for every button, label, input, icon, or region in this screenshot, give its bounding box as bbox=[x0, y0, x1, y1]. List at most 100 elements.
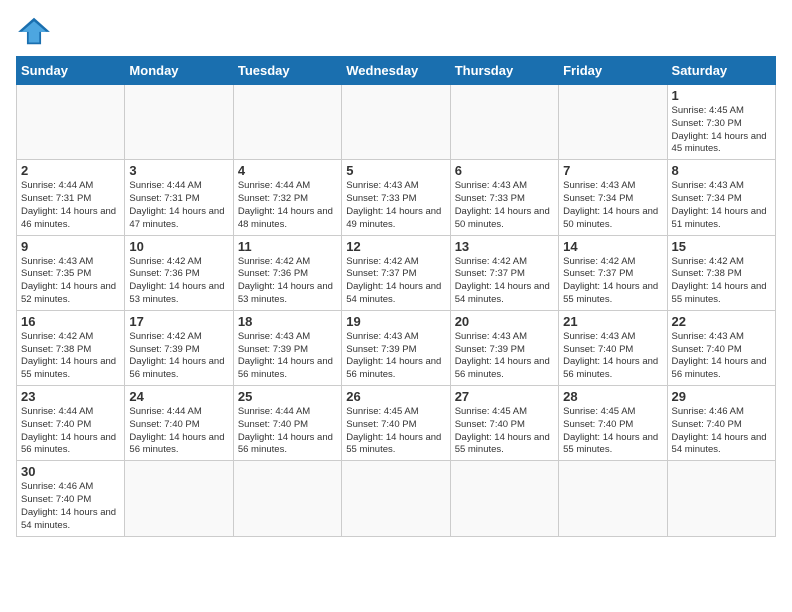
calendar-day-24: 24 Sunrise: 4:44 AM Sunset: 7:40 PM Dayli… bbox=[125, 386, 233, 461]
calendar-day-17: 17 Sunrise: 4:42 AM Sunset: 7:39 PM Dayli… bbox=[125, 310, 233, 385]
weekday-header-monday: Monday bbox=[125, 57, 233, 85]
day-info: Sunrise: 4:43 AM Sunset: 7:33 PM Dayligh… bbox=[346, 180, 445, 231]
day-number: 4 bbox=[238, 163, 337, 178]
calendar-empty-cell bbox=[559, 85, 667, 160]
header bbox=[16, 16, 776, 46]
logo bbox=[16, 16, 56, 46]
day-info: Sunrise: 4:46 AM Sunset: 7:40 PM Dayligh… bbox=[672, 406, 771, 457]
calendar-day-19: 19Sunrise: 4:43 AM Sunset: 7:39 PM Dayli… bbox=[342, 310, 450, 385]
calendar-day-4: 4 Sunrise: 4:44 AM Sunset: 7:32 PM Daylig… bbox=[233, 160, 341, 235]
day-number: 18 bbox=[238, 314, 337, 329]
day-number: 3 bbox=[129, 163, 228, 178]
day-info: Sunrise: 4:42 AM Sunset: 7:36 PM Dayligh… bbox=[129, 256, 228, 307]
calendar-day-29: 29 Sunrise: 4:46 AM Sunset: 7:40 PM Dayli… bbox=[667, 386, 775, 461]
calendar-day-2: 2Sunrise: 4:44 AM Sunset: 7:31 PM Daylig… bbox=[17, 160, 125, 235]
weekday-header-friday: Friday bbox=[559, 57, 667, 85]
calendar-day-10: 10 Sunrise: 4:42 AM Sunset: 7:36 PM Dayli… bbox=[125, 235, 233, 310]
weekday-header-sunday: Sunday bbox=[17, 57, 125, 85]
calendar-empty-cell bbox=[450, 85, 558, 160]
day-number: 29 bbox=[672, 389, 771, 404]
calendar-empty-cell bbox=[342, 85, 450, 160]
day-info: Sunrise: 4:43 AM Sunset: 7:39 PM Dayligh… bbox=[346, 331, 445, 382]
calendar-empty-cell bbox=[450, 461, 558, 536]
day-number: 1 bbox=[672, 88, 771, 103]
logo-icon bbox=[16, 16, 52, 46]
day-number: 30 bbox=[21, 464, 120, 479]
calendar-week-row: 16Sunrise: 4:42 AM Sunset: 7:38 PM Dayli… bbox=[17, 310, 776, 385]
day-number: 24 bbox=[129, 389, 228, 404]
day-info: Sunrise: 4:44 AM Sunset: 7:32 PM Dayligh… bbox=[238, 180, 337, 231]
day-info: Sunrise: 4:45 AM Sunset: 7:40 PM Dayligh… bbox=[455, 406, 554, 457]
day-info: Sunrise: 4:43 AM Sunset: 7:35 PM Dayligh… bbox=[21, 256, 120, 307]
calendar-day-11: 11 Sunrise: 4:42 AM Sunset: 7:36 PM Dayli… bbox=[233, 235, 341, 310]
day-info: Sunrise: 4:43 AM Sunset: 7:39 PM Dayligh… bbox=[455, 331, 554, 382]
calendar-table: SundayMondayTuesdayWednesdayThursdayFrid… bbox=[16, 56, 776, 537]
day-info: Sunrise: 4:44 AM Sunset: 7:31 PM Dayligh… bbox=[129, 180, 228, 231]
day-number: 20 bbox=[455, 314, 554, 329]
day-number: 7 bbox=[563, 163, 662, 178]
day-info: Sunrise: 4:45 AM Sunset: 7:40 PM Dayligh… bbox=[346, 406, 445, 457]
day-number: 16 bbox=[21, 314, 120, 329]
calendar-day-14: 14 Sunrise: 4:42 AM Sunset: 7:37 PM Dayli… bbox=[559, 235, 667, 310]
day-number: 10 bbox=[129, 239, 228, 254]
day-info: Sunrise: 4:43 AM Sunset: 7:34 PM Dayligh… bbox=[672, 180, 771, 231]
weekday-header-row: SundayMondayTuesdayWednesdayThursdayFrid… bbox=[17, 57, 776, 85]
day-number: 9 bbox=[21, 239, 120, 254]
calendar-day-22: 22Sunrise: 4:43 AM Sunset: 7:40 PM Dayli… bbox=[667, 310, 775, 385]
day-info: Sunrise: 4:44 AM Sunset: 7:40 PM Dayligh… bbox=[238, 406, 337, 457]
calendar-day-20: 20 Sunrise: 4:43 AM Sunset: 7:39 PM Dayli… bbox=[450, 310, 558, 385]
calendar-day-30: 30 Sunrise: 4:46 AM Sunset: 7:40 PM Dayli… bbox=[17, 461, 125, 536]
day-info: Sunrise: 4:45 AM Sunset: 7:40 PM Dayligh… bbox=[563, 406, 662, 457]
day-info: Sunrise: 4:42 AM Sunset: 7:37 PM Dayligh… bbox=[563, 256, 662, 307]
day-info: Sunrise: 4:42 AM Sunset: 7:38 PM Dayligh… bbox=[672, 256, 771, 307]
weekday-header-wednesday: Wednesday bbox=[342, 57, 450, 85]
calendar-empty-cell bbox=[342, 461, 450, 536]
day-info: Sunrise: 4:42 AM Sunset: 7:36 PM Dayligh… bbox=[238, 256, 337, 307]
day-info: Sunrise: 4:44 AM Sunset: 7:31 PM Dayligh… bbox=[21, 180, 120, 231]
calendar-day-28: 28 Sunrise: 4:45 AM Sunset: 7:40 PM Dayli… bbox=[559, 386, 667, 461]
calendar-empty-cell bbox=[233, 85, 341, 160]
day-number: 26 bbox=[346, 389, 445, 404]
day-number: 28 bbox=[563, 389, 662, 404]
day-info: Sunrise: 4:43 AM Sunset: 7:39 PM Dayligh… bbox=[238, 331, 337, 382]
day-info: Sunrise: 4:44 AM Sunset: 7:40 PM Dayligh… bbox=[21, 406, 120, 457]
day-number: 22 bbox=[672, 314, 771, 329]
day-number: 6 bbox=[455, 163, 554, 178]
calendar-day-15: 15 Sunrise: 4:42 AM Sunset: 7:38 PM Dayli… bbox=[667, 235, 775, 310]
day-info: Sunrise: 4:45 AM Sunset: 7:30 PM Dayligh… bbox=[672, 105, 771, 156]
day-number: 12 bbox=[346, 239, 445, 254]
day-number: 23 bbox=[21, 389, 120, 404]
calendar-day-5: 5Sunrise: 4:43 AM Sunset: 7:33 PM Daylig… bbox=[342, 160, 450, 235]
day-number: 13 bbox=[455, 239, 554, 254]
calendar-empty-cell bbox=[125, 85, 233, 160]
calendar-empty-cell bbox=[667, 461, 775, 536]
day-info: Sunrise: 4:43 AM Sunset: 7:34 PM Dayligh… bbox=[563, 180, 662, 231]
day-info: Sunrise: 4:42 AM Sunset: 7:39 PM Dayligh… bbox=[129, 331, 228, 382]
day-number: 11 bbox=[238, 239, 337, 254]
calendar-day-16: 16Sunrise: 4:42 AM Sunset: 7:38 PM Dayli… bbox=[17, 310, 125, 385]
day-number: 15 bbox=[672, 239, 771, 254]
calendar-week-row: 9 Sunrise: 4:43 AM Sunset: 7:35 PM Daylig… bbox=[17, 235, 776, 310]
calendar-day-18: 18 Sunrise: 4:43 AM Sunset: 7:39 PM Dayli… bbox=[233, 310, 341, 385]
day-number: 27 bbox=[455, 389, 554, 404]
calendar-day-26: 26 Sunrise: 4:45 AM Sunset: 7:40 PM Dayli… bbox=[342, 386, 450, 461]
calendar-day-7: 7 Sunrise: 4:43 AM Sunset: 7:34 PM Daylig… bbox=[559, 160, 667, 235]
calendar-week-row: 1 Sunrise: 4:45 AM Sunset: 7:30 PM Daylig… bbox=[17, 85, 776, 160]
calendar-day-8: 8Sunrise: 4:43 AM Sunset: 7:34 PM Daylig… bbox=[667, 160, 775, 235]
calendar-day-12: 12 Sunrise: 4:42 AM Sunset: 7:37 PM Dayli… bbox=[342, 235, 450, 310]
weekday-header-tuesday: Tuesday bbox=[233, 57, 341, 85]
calendar-day-25: 25Sunrise: 4:44 AM Sunset: 7:40 PM Dayli… bbox=[233, 386, 341, 461]
calendar-empty-cell bbox=[17, 85, 125, 160]
day-number: 14 bbox=[563, 239, 662, 254]
calendar-day-23: 23 Sunrise: 4:44 AM Sunset: 7:40 PM Dayli… bbox=[17, 386, 125, 461]
day-info: Sunrise: 4:43 AM Sunset: 7:33 PM Dayligh… bbox=[455, 180, 554, 231]
day-info: Sunrise: 4:42 AM Sunset: 7:37 PM Dayligh… bbox=[346, 256, 445, 307]
calendar-empty-cell bbox=[559, 461, 667, 536]
day-info: Sunrise: 4:46 AM Sunset: 7:40 PM Dayligh… bbox=[21, 481, 120, 532]
calendar-day-9: 9 Sunrise: 4:43 AM Sunset: 7:35 PM Daylig… bbox=[17, 235, 125, 310]
day-number: 17 bbox=[129, 314, 228, 329]
calendar-week-row: 2Sunrise: 4:44 AM Sunset: 7:31 PM Daylig… bbox=[17, 160, 776, 235]
calendar-empty-cell bbox=[125, 461, 233, 536]
day-info: Sunrise: 4:44 AM Sunset: 7:40 PM Dayligh… bbox=[129, 406, 228, 457]
day-info: Sunrise: 4:42 AM Sunset: 7:37 PM Dayligh… bbox=[455, 256, 554, 307]
